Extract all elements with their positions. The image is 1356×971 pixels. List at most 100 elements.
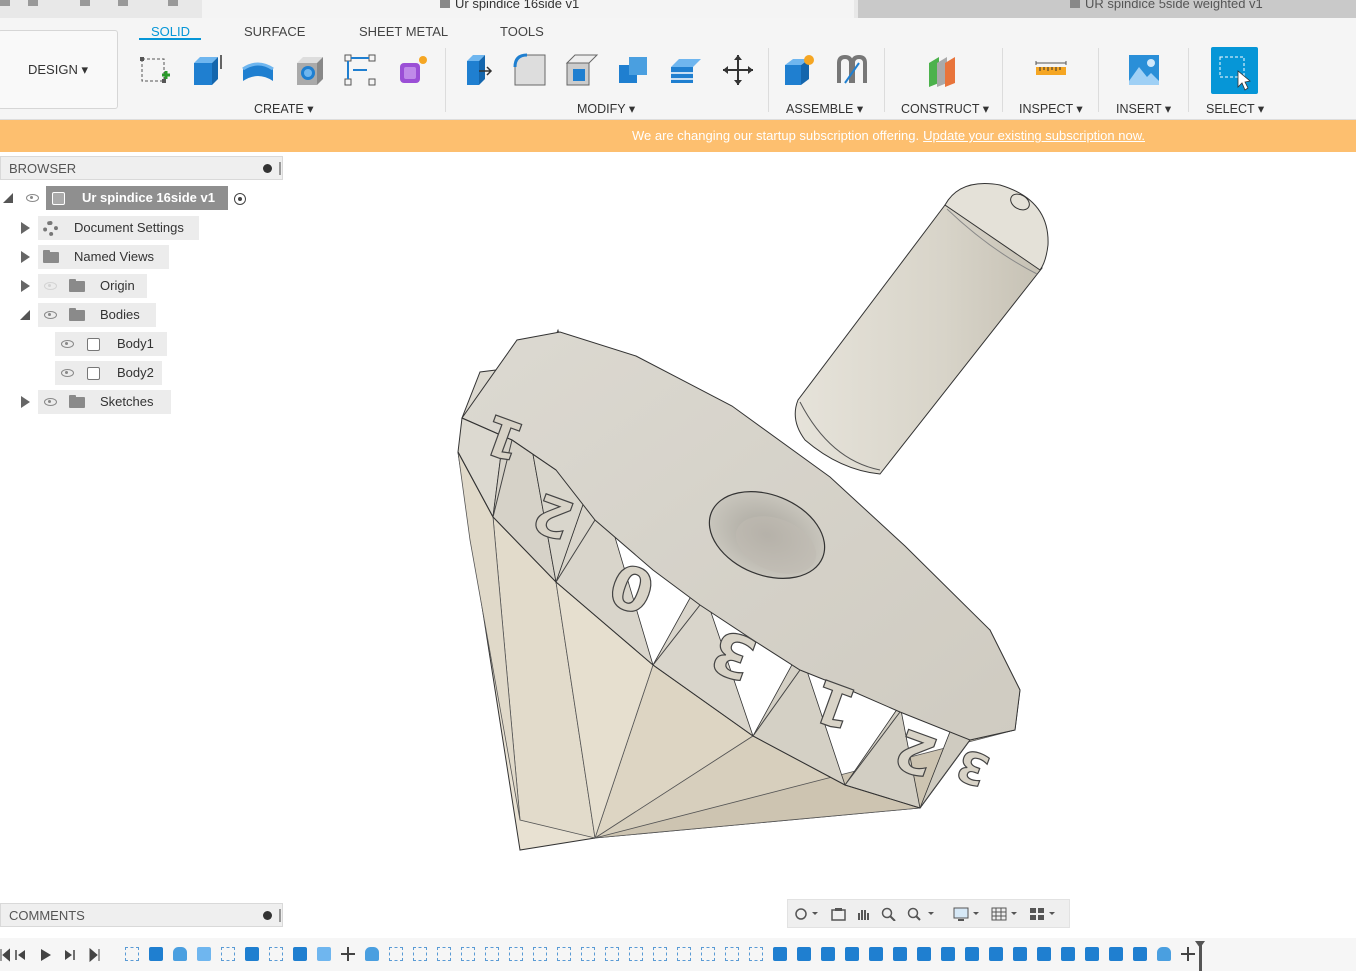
collapse-arrow-icon[interactable] [20,310,30,320]
timeline-move-icon[interactable] [341,947,355,961]
step-back-icon[interactable] [15,948,27,962]
body2-peg[interactable] [794,183,1049,475]
browser-root-row[interactable]: Ur spindice 16side v1 [0,186,260,210]
modify-menu[interactable]: MODIFY ▾ [577,101,635,116]
redo-icon[interactable] [118,0,128,6]
timeline-sketch-icon[interactable] [413,947,427,961]
insert-menu[interactable]: INSERT ▾ [1116,101,1171,116]
tree-item-body1[interactable]: Body1 [0,332,170,356]
play-icon[interactable] [39,948,51,962]
fit-window-icon[interactable] [906,907,936,921]
create-form-icon[interactable] [396,53,430,87]
timeline-fillet-icon[interactable] [317,947,331,961]
grid-settings-icon[interactable] [991,907,1021,921]
timeline-extrude-icon[interactable] [1133,947,1147,961]
construct-menu[interactable]: CONSTRUCT ▾ [901,101,989,116]
document-tab-active[interactable]: Ur spindice 16side v1 [202,0,854,18]
workspace-switcher[interactable]: DESIGN ▾ [0,30,118,109]
expand-arrow-icon[interactable] [21,396,30,408]
timeline-sketch-icon[interactable] [581,947,595,961]
redo-more-icon[interactable] [168,0,178,6]
document-tab-inactive[interactable]: UR spindice 5side weighted v1 [858,0,1356,18]
activate-component-icon[interactable] [234,193,246,205]
extrude-icon[interactable] [190,53,224,87]
tree-item-document-settings[interactable]: Document Settings [0,216,200,240]
collapse-panel-icon[interactable] [263,164,272,173]
timeline-sketch-icon[interactable] [653,947,667,961]
tab-surface[interactable]: SURFACE [244,24,305,39]
tree-item-bodies[interactable]: Bodies [0,303,160,327]
new-component-icon[interactable] [783,53,817,87]
assemble-menu[interactable]: ASSEMBLE ▾ [786,101,863,116]
timeline-extrude-icon[interactable] [1109,947,1123,961]
pan-icon[interactable] [856,907,871,921]
timeline-revolve-icon[interactable] [365,947,379,961]
root-component-label[interactable]: Ur spindice 16side v1 [46,186,228,210]
tree-item-body2[interactable]: Body2 [0,361,170,385]
go-to-end-icon[interactable] [89,948,101,962]
timeline-sketch-icon[interactable] [557,947,571,961]
save-icon[interactable] [28,0,38,6]
banner-link[interactable]: Update your existing subscription now. [923,128,1145,143]
timeline-move-icon[interactable] [1181,947,1195,961]
timeline-extrude-icon[interactable] [821,947,835,961]
tree-item-named-views[interactable]: Named Views [0,245,170,269]
measure-icon[interactable] [1034,53,1068,87]
combine-icon[interactable] [617,53,651,87]
offset-face-icon[interactable] [669,53,703,87]
timeline-extrude-icon[interactable] [845,947,859,961]
timeline-sketch-icon[interactable] [125,947,139,961]
visibility-eye-icon[interactable] [26,194,39,202]
shell-icon[interactable] [565,53,599,87]
add-comment-icon[interactable] [263,911,272,920]
timeline-sketch-icon[interactable] [701,947,715,961]
expand-arrow-icon[interactable] [21,251,30,263]
visibility-hidden-icon[interactable] [44,282,57,290]
expand-arrow-icon[interactable] [21,280,30,292]
create-menu[interactable]: CREATE ▾ [254,101,314,116]
press-pull-icon[interactable] [461,53,495,87]
tab-tools[interactable]: TOOLS [500,24,544,39]
move-copy-icon[interactable] [721,53,755,87]
body1-spinner[interactable] [457,328,1021,851]
timeline-revolve-icon[interactable] [1157,947,1171,961]
timeline-sketch-icon[interactable] [629,947,643,961]
timeline-extrude-icon[interactable] [989,947,1003,961]
insert-image-icon[interactable] [1127,53,1161,87]
select-button[interactable] [1211,47,1258,94]
collapse-arrow-icon[interactable] [3,193,13,203]
hole-icon[interactable] [293,53,327,87]
create-sketch-icon[interactable] [138,53,172,87]
timeline-extrude-icon[interactable] [869,947,883,961]
go-to-start-icon[interactable] [0,948,10,962]
offset-plane-icon[interactable] [925,53,959,87]
timeline-extrude-icon[interactable] [149,947,163,961]
select-menu[interactable]: SELECT ▾ [1206,101,1264,116]
display-settings-icon[interactable] [953,907,983,921]
timeline-extrude-icon[interactable] [1085,947,1099,961]
timeline-revolve-icon[interactable] [173,947,187,961]
timeline-extrude-icon[interactable] [293,947,307,961]
file-icon[interactable] [0,0,10,6]
inspect-menu[interactable]: INSPECT ▾ [1019,101,1083,116]
zoom-icon[interactable] [881,907,896,921]
timeline-sketch-icon[interactable] [269,947,283,961]
expand-arrow-icon[interactable] [21,222,30,234]
timeline-sketch-icon[interactable] [533,947,547,961]
undo-icon[interactable] [80,0,90,6]
timeline-sketch-icon[interactable] [677,947,691,961]
timeline-extrude-icon[interactable] [893,947,907,961]
timeline-sketch-icon[interactable] [509,947,523,961]
timeline-sketch-icon[interactable] [605,947,619,961]
timeline-extrude-icon[interactable] [245,947,259,961]
panel-grip-icon[interactable] [279,909,281,922]
pattern-icon[interactable] [343,53,377,87]
timeline-sketch-icon[interactable] [725,947,739,961]
fillet-icon[interactable] [513,53,547,87]
timeline-sketch-icon[interactable] [221,947,235,961]
tab-solid[interactable]: SOLID [151,24,190,39]
tab-sheet-metal[interactable]: SHEET METAL [359,24,448,39]
timeline-sketch-icon[interactable] [485,947,499,961]
timeline-extrude-icon[interactable] [797,947,811,961]
timeline-fillet-icon[interactable] [197,947,211,961]
